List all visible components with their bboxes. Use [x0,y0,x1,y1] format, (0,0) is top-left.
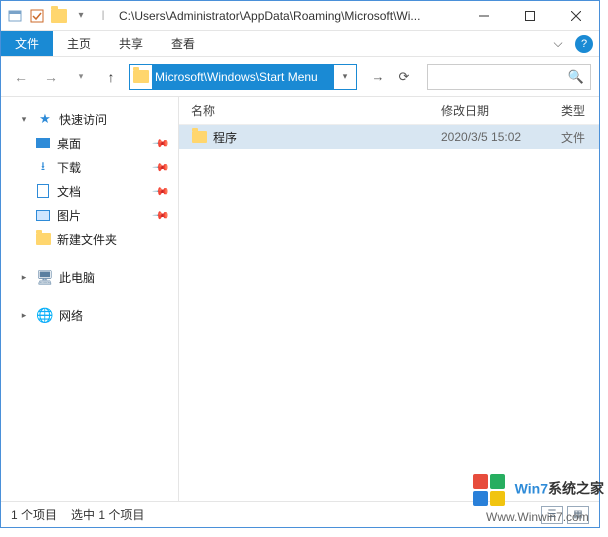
maximize-button[interactable] [507,1,553,31]
pictures-icon [36,210,50,221]
column-name[interactable]: 名称 [191,102,441,119]
sidebar-label: 快速访问 [59,111,107,128]
chevron-down-icon[interactable]: ▾ [19,114,29,125]
sidebar-item-label: 下载 [57,159,81,176]
nav-row: ← → ▾ ↑ Microsoft\Windows\Start Menu ▾ →… [1,57,599,97]
file-type: 文件 [561,129,599,146]
qat-dropdown-icon[interactable]: ▾ [73,8,89,24]
sidebar-item-label: 新建文件夹 [57,231,117,248]
tab-share[interactable]: 共享 [105,31,157,56]
search-icon: 🔍 [568,69,584,85]
window-title: C:\Users\Administrator\AppData\Roaming\M… [111,9,461,23]
file-row[interactable]: 程序 2020/3/5 15:02 文件 [179,125,599,149]
search-input[interactable]: 🔍 [427,64,591,90]
qat-folder-icon[interactable] [51,9,67,23]
main-area: ▾ ★ 快速访问 桌面 📌 ⭳ 下载 📌 文档 📌 [1,97,599,501]
sidebar-label: 网络 [59,307,83,324]
close-button[interactable] [553,1,599,31]
pin-icon: 📌 [152,158,171,177]
refresh-icon[interactable]: ⟳ [393,66,415,88]
file-list[interactable]: 程序 2020/3/5 15:02 文件 [179,125,599,501]
star-icon: ★ [37,111,53,127]
back-button[interactable]: ← [9,65,33,89]
sidebar-this-pc[interactable]: ▸ 🖥 此电脑 [1,265,178,289]
column-headers: 名称 修改日期 类型 [179,97,599,125]
desktop-icon [36,138,50,148]
explorer-window: ▾ | C:\Users\Administrator\AppData\Roami… [0,0,600,528]
tab-view[interactable]: 查看 [157,31,209,56]
title-bar: ▾ | C:\Users\Administrator\AppData\Roami… [1,1,599,31]
sidebar-item-downloads[interactable]: ⭳ 下载 📌 [1,155,178,179]
sidebar-network[interactable]: ▸ 🌐 网络 [1,303,178,327]
sidebar-item-pictures[interactable]: 图片 📌 [1,203,178,227]
address-text[interactable]: Microsoft\Windows\Start Menu [152,65,334,89]
sidebar-item-label: 桌面 [57,135,81,152]
address-dropdown-icon[interactable]: ▾ [334,65,356,89]
pin-icon: 📌 [152,182,171,201]
sidebar-label: 此电脑 [59,269,95,286]
view-details-icon[interactable]: ☰ [541,506,563,524]
ribbon-tabs: 文件 主页 共享 查看 ⌵ ? [1,31,599,57]
window-controls [461,1,599,31]
ribbon-expand-icon[interactable]: ⌵ [547,33,569,55]
file-list-pane: 名称 修改日期 类型 程序 2020/3/5 15:02 文件 [179,97,599,501]
sidebar-item-desktop[interactable]: 桌面 📌 [1,131,178,155]
forward-button[interactable]: → [39,65,63,89]
status-selection: 选中 1 个项目 [71,506,144,523]
qat-properties-icon[interactable] [7,8,23,24]
folder-icon [36,233,51,245]
address-go-icon[interactable]: → [367,66,389,88]
address-folder-icon [133,70,149,83]
column-type[interactable]: 类型 [561,102,599,119]
file-date: 2020/3/5 15:02 [441,130,561,144]
sidebar-item-label: 文档 [57,183,81,200]
navigation-pane: ▾ ★ 快速访问 桌面 📌 ⭳ 下载 📌 文档 📌 [1,97,179,501]
view-large-icon[interactable]: ▦ [567,506,589,524]
address-bar[interactable]: Microsoft\Windows\Start Menu ▾ [129,64,357,90]
file-name: 程序 [213,129,237,146]
sidebar-item-newfolder[interactable]: 新建文件夹 [1,227,178,251]
status-count: 1 个项目 [11,506,57,523]
up-button[interactable]: ↑ [99,65,123,89]
qat-separator: | [95,8,111,24]
column-date[interactable]: 修改日期 [441,102,561,119]
recent-dropdown-icon[interactable]: ▾ [69,65,93,89]
document-icon [37,184,49,198]
help-icon[interactable]: ? [575,35,593,53]
tab-file[interactable]: 文件 [1,31,53,56]
sidebar-quick-access[interactable]: ▾ ★ 快速访问 [1,107,178,131]
chevron-right-icon[interactable]: ▸ [19,310,29,321]
network-icon: 🌐 [37,307,53,323]
pin-icon: 📌 [152,206,171,225]
qat-checkbox-icon[interactable] [29,8,45,24]
pc-icon: 🖥 [37,269,53,285]
folder-icon [192,131,207,143]
minimize-button[interactable] [461,1,507,31]
tab-home[interactable]: 主页 [53,31,105,56]
sidebar-item-label: 图片 [57,207,81,224]
chevron-right-icon[interactable]: ▸ [19,272,29,283]
status-bar: 1 个项目 选中 1 个项目 ☰ ▦ [1,501,599,527]
qat: ▾ | [1,8,111,24]
download-icon: ⭳ [35,159,51,175]
sidebar-item-documents[interactable]: 文档 📌 [1,179,178,203]
pin-icon: 📌 [152,134,171,153]
